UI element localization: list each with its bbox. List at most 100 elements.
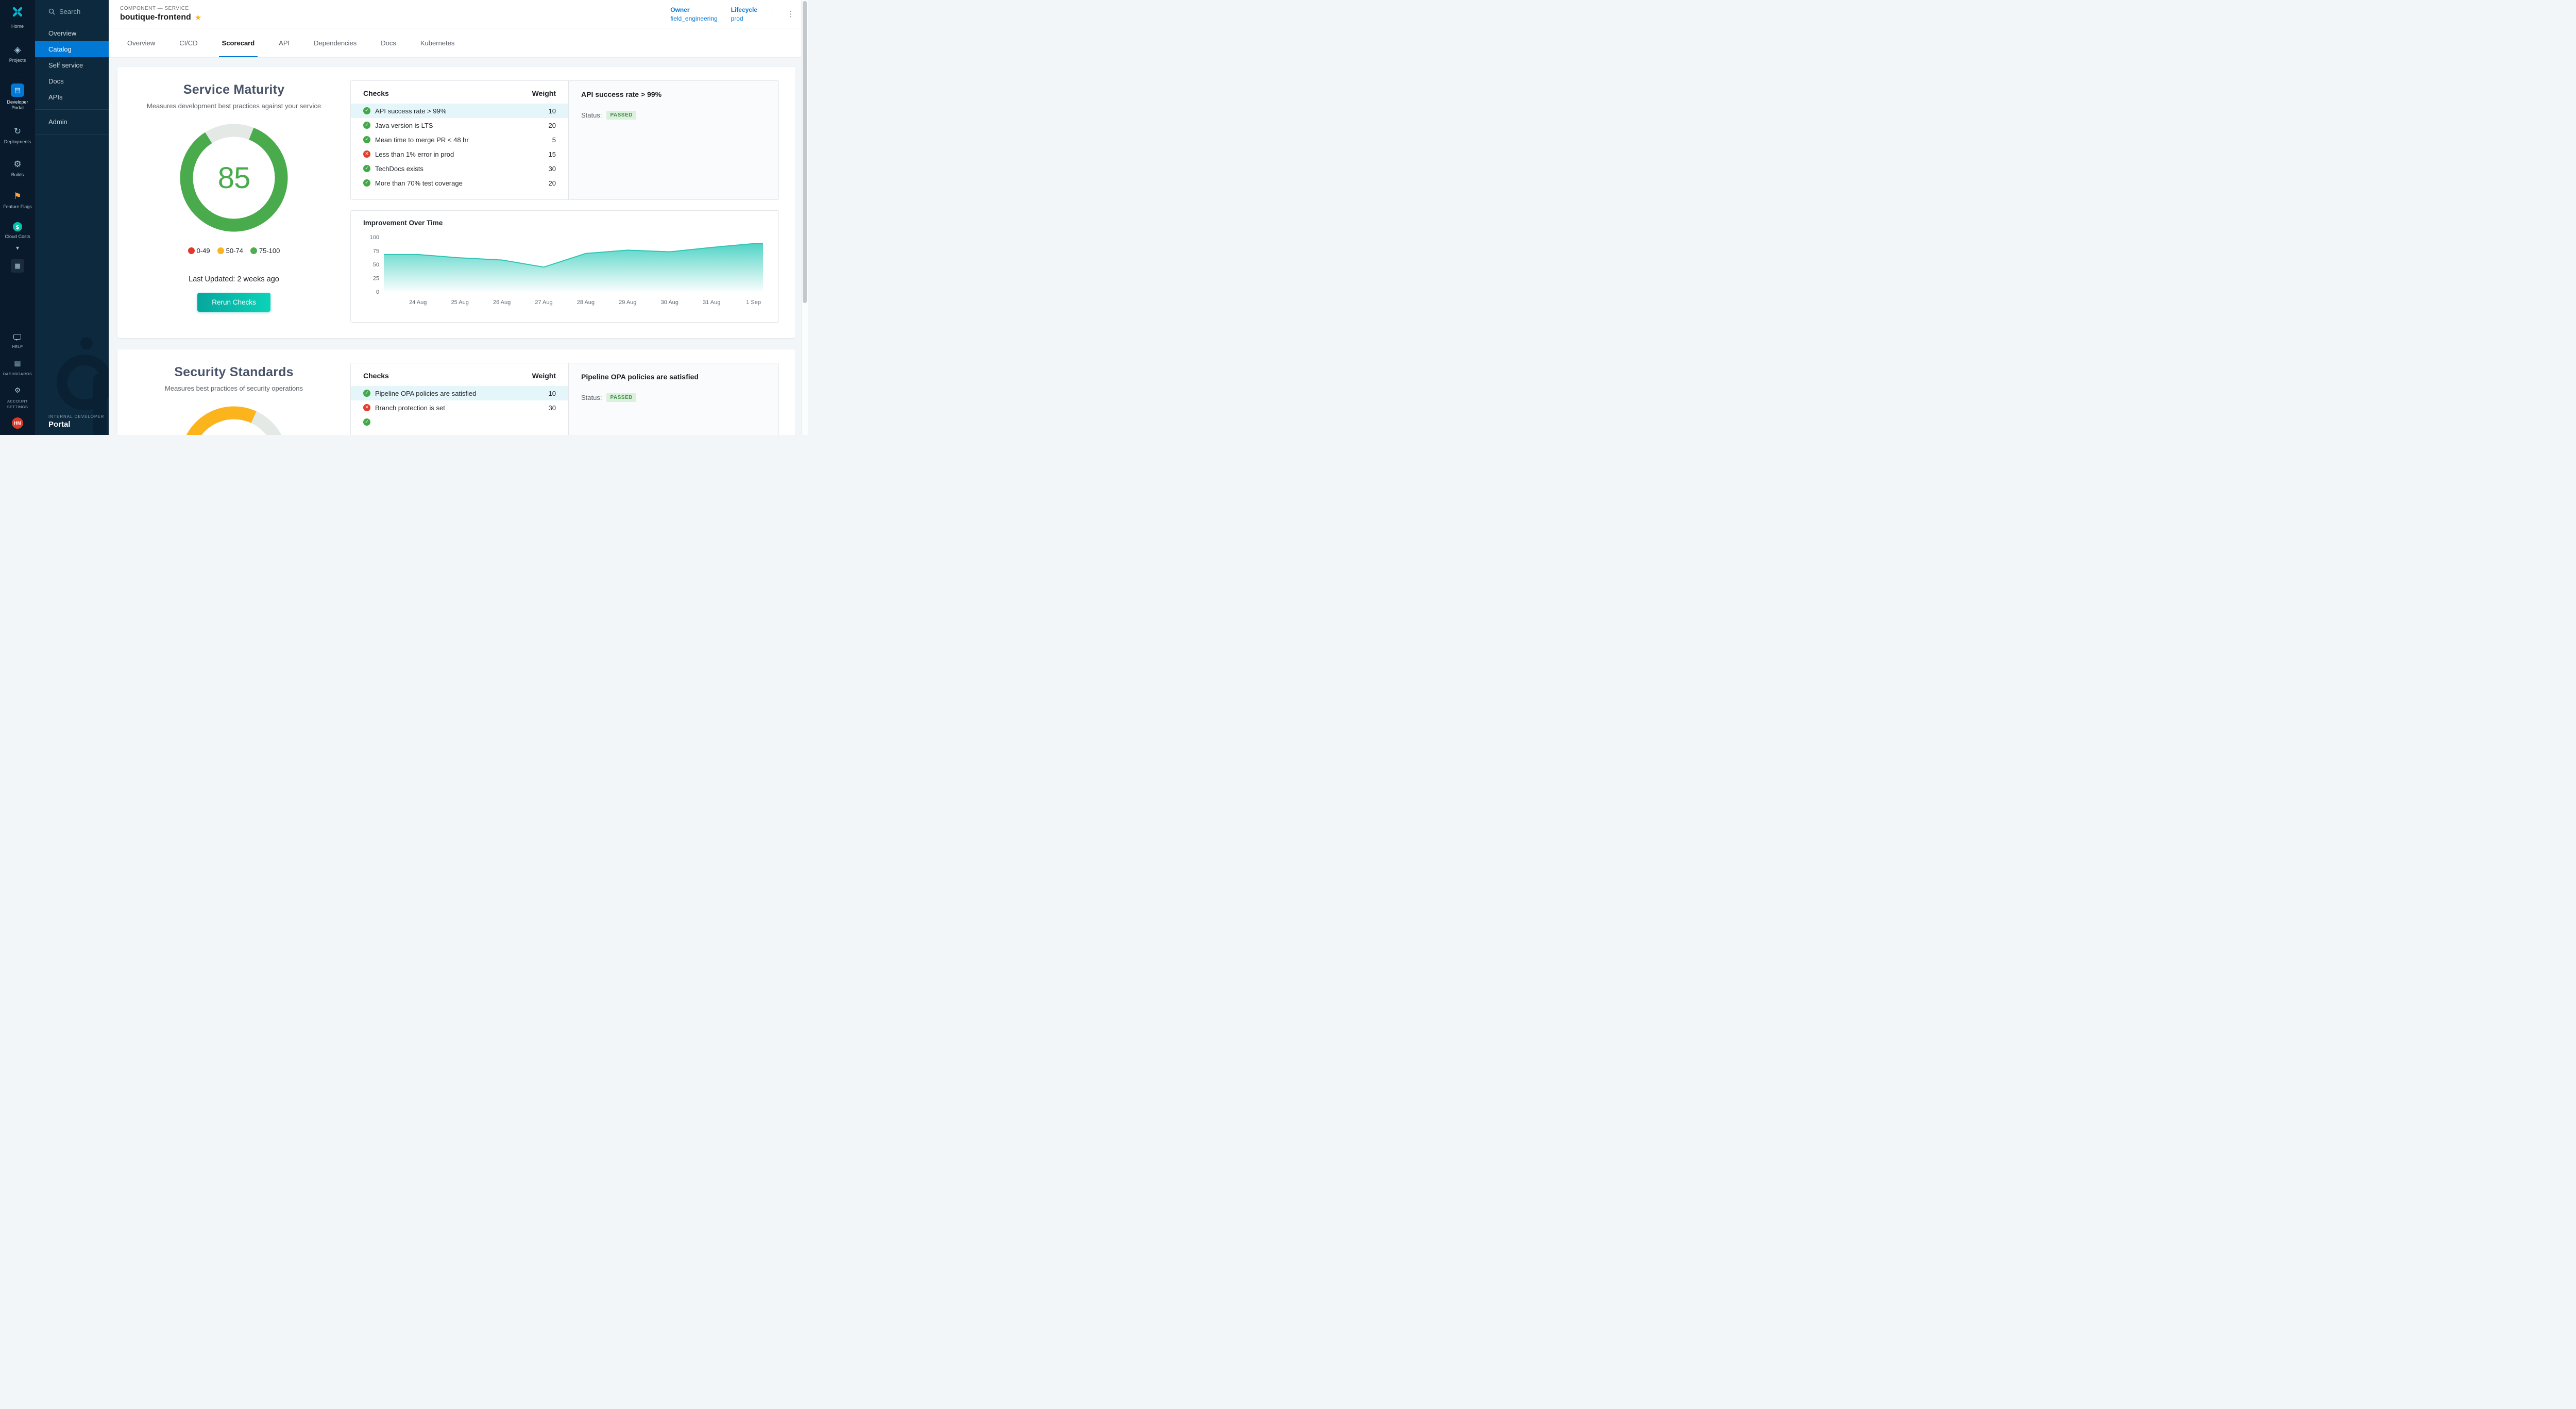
module-rail: Home ◈ Projects ▤ Developer Portal ↻ Dep… — [0, 0, 35, 435]
score-legend: 0-49 50-74 75-100 — [117, 247, 350, 255]
check-label: More than 70% test coverage — [375, 179, 530, 187]
check-detail-title: Pipeline OPA policies are satisfied — [581, 373, 766, 381]
nav-item-self-service[interactable]: Self service — [35, 57, 109, 73]
checks-panel: Checks Weight Pipeline OPA policies are … — [351, 363, 568, 435]
tab-dependencies[interactable]: Dependencies — [314, 28, 357, 57]
favorite-star-icon[interactable]: ★ — [195, 13, 201, 22]
search-input[interactable]: Search — [35, 0, 109, 22]
scrollbar-thumb[interactable] — [803, 1, 807, 303]
tab-api[interactable]: API — [279, 28, 290, 57]
check-row[interactable]: Java version is LTS 20 — [351, 118, 568, 132]
nav-item-catalog[interactable]: Catalog — [35, 41, 109, 57]
check-failed-icon — [363, 150, 370, 158]
check-row[interactable] — [351, 415, 568, 429]
scorecard-summary: Security Standards Measures best practic… — [117, 363, 350, 435]
nav-item-overview[interactable]: Overview — [35, 25, 109, 41]
score-value — [179, 406, 289, 435]
legend-label: 75-100 — [259, 247, 280, 255]
svg-text:26 Aug: 26 Aug — [493, 299, 511, 306]
gear-icon: ⚙ — [14, 385, 21, 396]
rail-item-deployments[interactable]: ↻ Deployments — [0, 126, 35, 145]
entity-tabbar: Overview CI/CD Scorecard API Dependencie… — [109, 28, 808, 58]
check-label: Pipeline OPA policies are satisfied — [375, 390, 530, 397]
check-row[interactable]: More than 70% test coverage 20 — [351, 176, 568, 190]
lifecycle-meta[interactable]: Lifecycle prod — [731, 6, 757, 22]
rail-item-home[interactable]: Home — [0, 5, 35, 29]
tab-docs[interactable]: Docs — [381, 28, 396, 57]
check-label: Less than 1% error in prod — [375, 150, 530, 158]
check-passed-icon — [363, 136, 370, 143]
kebab-menu-icon[interactable]: ⋮ — [785, 9, 796, 19]
legend-label: 0-49 — [197, 247, 210, 255]
decorative-dot — [80, 337, 93, 349]
rail-item-account-settings[interactable]: ⚙ ACCOUNT SETTINGS — [3, 385, 32, 410]
nav-item-apis[interactable]: APIs — [35, 89, 109, 105]
footer-title: Portal — [48, 420, 104, 429]
checks-header: Checks Weight — [351, 89, 568, 104]
checks-detail-pair: Checks Weight Pipeline OPA policies are … — [350, 363, 779, 435]
projects-icon: ◈ — [14, 45, 21, 55]
score-donut — [179, 406, 289, 435]
svg-text:1 Sep: 1 Sep — [746, 299, 761, 306]
svg-text:29 Aug: 29 Aug — [619, 299, 636, 306]
tab-overview[interactable]: Overview — [127, 28, 155, 57]
rail-item-label: Home — [11, 24, 24, 29]
check-passed-icon — [363, 179, 370, 187]
rail-item-builds[interactable]: ⚙ Builds — [0, 159, 35, 178]
tab-kubernetes[interactable]: Kubernetes — [420, 28, 455, 57]
check-row[interactable]: TechDocs exists 30 — [351, 161, 568, 176]
rail-item-cloud-costs[interactable]: $ Cloud Costs — [0, 222, 35, 240]
owner-value[interactable]: field_engineering — [670, 15, 717, 22]
svg-text:28 Aug: 28 Aug — [577, 299, 595, 306]
user-avatar[interactable]: HM — [12, 417, 23, 429]
check-row[interactable]: Mean time to merge PR < 48 hr 5 — [351, 132, 568, 147]
nav-item-admin[interactable]: Admin — [35, 114, 109, 130]
rail-item-label: DASHBOARDS — [3, 371, 32, 377]
portal-sidenav: Search Overview Catalog Self service Doc… — [35, 0, 109, 435]
tab-scorecard[interactable]: Scorecard — [222, 28, 255, 57]
main-area: COMPONENT — SERVICE boutique-frontend ★ … — [109, 0, 808, 435]
check-label: API success rate > 99% — [375, 107, 530, 115]
module-switcher-button[interactable]: ▦ — [11, 259, 24, 273]
check-detail-title: API success rate > 99% — [581, 90, 766, 98]
apps-grid-icon: ▦ — [14, 262, 21, 270]
rail-item-label: Projects — [9, 58, 26, 63]
rail-item-label: ACCOUNT SETTINGS — [4, 398, 31, 410]
rail-bottom-group: HELP ▦ DASHBOARDS ⚙ ACCOUNT SETTINGS HM — [3, 325, 32, 435]
decorative-ring — [57, 355, 109, 410]
check-row[interactable]: API success rate > 99% 10 — [351, 104, 568, 118]
rail-item-dashboards[interactable]: ▦ DASHBOARDS — [3, 358, 32, 377]
tab-cicd[interactable]: CI/CD — [179, 28, 197, 57]
checks-panel: Checks Weight API success rate > 99% 10 … — [351, 81, 568, 199]
check-row[interactable]: Branch protection is set 30 — [351, 400, 568, 415]
rerun-checks-button[interactable]: Rerun Checks — [197, 293, 270, 312]
legend-item: 50-74 — [217, 247, 243, 255]
rail-item-help[interactable]: HELP — [3, 334, 32, 349]
rail-item-label: Cloud Costs — [5, 234, 30, 240]
checks-detail-pair: Checks Weight API success rate > 99% 10 … — [350, 80, 779, 200]
scorecard-title: Service Maturity — [117, 82, 350, 97]
owner-meta[interactable]: Owner field_engineering — [670, 6, 717, 22]
check-row[interactable]: Less than 1% error in prod 15 — [351, 147, 568, 161]
check-passed-icon — [363, 122, 370, 129]
check-weight: 20 — [530, 179, 556, 187]
check-row[interactable]: Pipeline OPA policies are satisfied 10 — [351, 386, 568, 400]
rail-item-developer-portal[interactable]: ▤ Developer Portal — [0, 83, 35, 111]
nav-item-docs[interactable]: Docs — [35, 73, 109, 89]
builds-icon: ⚙ — [13, 159, 21, 170]
check-label: TechDocs exists — [375, 165, 530, 173]
svg-text:50: 50 — [373, 262, 379, 268]
nav-separator — [35, 109, 109, 110]
chevron-down-icon[interactable]: ▾ — [16, 243, 19, 253]
rail-item-projects[interactable]: ◈ Projects — [0, 45, 35, 63]
check-detail-panel: API success rate > 99% Status: PASSED — [568, 81, 778, 199]
scorecard-service-maturity: Service Maturity Measures development be… — [117, 67, 795, 338]
status-label: Status: — [581, 394, 602, 401]
last-updated-text: Last Updated: 2 weeks ago — [117, 275, 350, 283]
lifecycle-value[interactable]: prod — [731, 15, 757, 22]
svg-text:100: 100 — [370, 234, 379, 241]
lifecycle-label: Lifecycle — [731, 6, 757, 13]
status-badge: PASSED — [606, 393, 636, 402]
score-value: 85 — [179, 123, 289, 232]
rail-item-feature-flags[interactable]: ⚑ Feature Flags — [0, 191, 35, 210]
